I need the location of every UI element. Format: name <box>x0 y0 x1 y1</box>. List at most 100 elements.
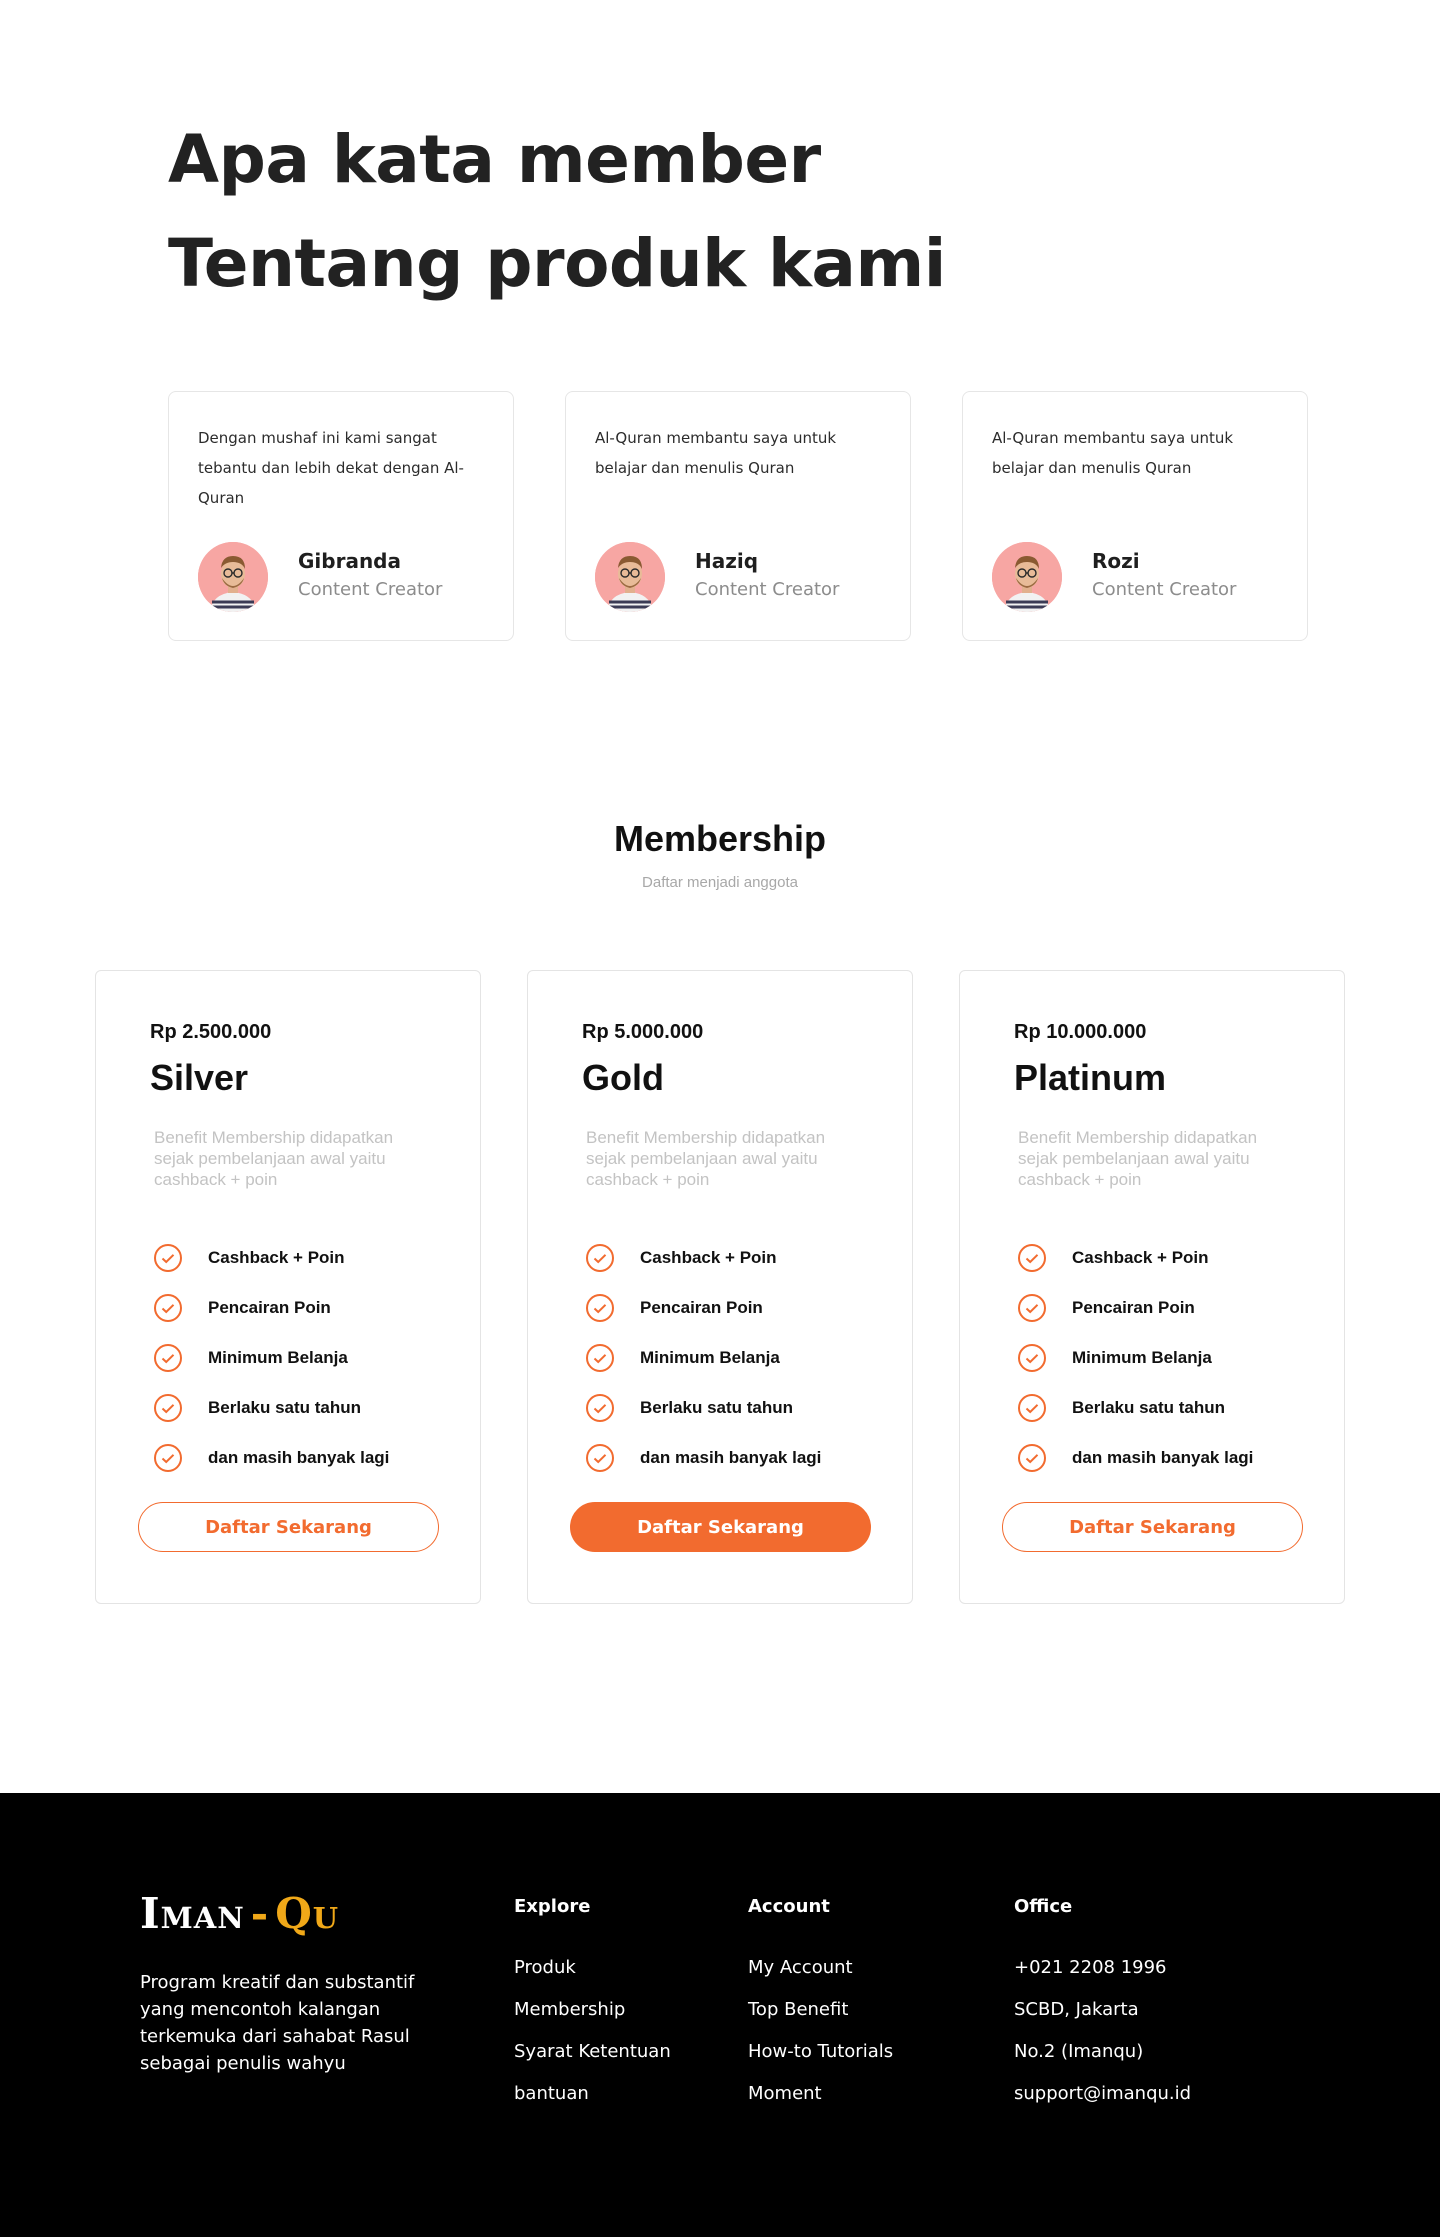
footer-office-email[interactable]: support@imanqu.id <box>1014 2073 1191 2115</box>
check-circle-icon <box>586 1394 614 1422</box>
testimonial-role: Content Creator <box>695 579 840 600</box>
plan-feature: Minimum Belanja <box>1018 1333 1253 1383</box>
footer-account-column: Account My Account Top Benefit How-to Tu… <box>748 1896 893 2115</box>
plan-feature-label: Berlaku satu tahun <box>1072 1398 1226 1417</box>
check-circle-icon <box>154 1444 182 1472</box>
footer-explore-heading: Explore <box>514 1896 591 1917</box>
footer-office-city: SCBD, Jakarta <box>1014 1999 1139 2020</box>
footer-link-tutorials[interactable]: How-to Tutorials <box>748 2031 893 2073</box>
daftar-sekarang-button[interactable]: Daftar Sekarang <box>1002 1502 1303 1552</box>
plan-feature-label: Cashback + Poin <box>640 1248 777 1267</box>
check-circle-icon <box>1018 1244 1046 1272</box>
footer-link-membership[interactable]: Membership <box>514 1989 671 2031</box>
plan-feature: Berlaku satu tahun <box>1018 1383 1253 1433</box>
membership-subtitle: Daftar menjadi anggota <box>642 874 798 891</box>
check-circle-icon <box>586 1294 614 1322</box>
testimonials-title-line1: Apa kata member <box>168 121 821 198</box>
plan-name: Platinum <box>1014 1057 1167 1098</box>
check-circle-icon <box>154 1244 182 1272</box>
plan-feature: Cashback + Poin <box>1018 1233 1253 1283</box>
plan-card-silver: Rp 2.500.000 Silver Benefit Membership d… <box>95 970 481 1604</box>
plan-feature: Berlaku satu tahun <box>154 1383 389 1433</box>
plan-feature-label: Cashback + Poin <box>208 1248 345 1267</box>
plan-feature: Pencairan Poin <box>586 1283 821 1333</box>
plan-feature-label: Pencairan Poin <box>208 1298 331 1317</box>
plan-card-platinum: Rp 10.000.000 Platinum Benefit Membershi… <box>959 970 1345 1604</box>
check-circle-icon <box>154 1394 182 1422</box>
testimonials-title: Apa kata member Tentang produk kami <box>168 108 946 316</box>
plan-feature-list: Cashback + Poin Pencairan Poin Minimum B… <box>1018 1233 1253 1483</box>
testimonial-name: Rozi <box>1092 549 1140 573</box>
footer-link-top-benefit[interactable]: Top Benefit <box>748 1989 893 2031</box>
check-circle-icon <box>586 1344 614 1372</box>
plan-feature: Minimum Belanja <box>586 1333 821 1383</box>
footer-about-text: Program kreatif dan substantif yang menc… <box>140 1972 415 2074</box>
plan-feature-list: Cashback + Poin Pencairan Poin Minimum B… <box>586 1233 821 1483</box>
testimonial-role: Content Creator <box>1092 579 1237 600</box>
check-circle-icon <box>586 1244 614 1272</box>
plan-feature-label: Minimum Belanja <box>208 1348 348 1367</box>
footer-link-produk[interactable]: Produk <box>514 1947 671 1989</box>
plan-feature: Pencairan Poin <box>1018 1283 1253 1333</box>
testimonial-card: Al-Quran membantu saya untuk belajar dan… <box>565 391 911 641</box>
testimonial-card: Dengan mushaf ini kami sangat tebantu da… <box>168 391 514 641</box>
check-circle-icon <box>1018 1394 1046 1422</box>
testimonial-name: Haziq <box>695 549 759 573</box>
footer-link-moment[interactable]: Moment <box>748 2073 893 2115</box>
plan-feature-label: Berlaku satu tahun <box>208 1398 362 1417</box>
plan-name: Gold <box>582 1057 664 1098</box>
check-circle-icon <box>1018 1294 1046 1322</box>
plan-feature-label: Cashback + Poin <box>1072 1248 1209 1267</box>
plan-feature: Berlaku satu tahun <box>586 1383 821 1433</box>
plan-feature-label: Pencairan Poin <box>640 1298 763 1317</box>
footer: Iman - Qu Program kreatif dan substantif y… <box>0 1793 1440 2237</box>
check-circle-icon <box>586 1444 614 1472</box>
daftar-sekarang-button[interactable]: Daftar Sekarang <box>138 1502 439 1552</box>
footer-office-address: No.2 (Imanqu) <box>1014 2041 1144 2062</box>
person-avatar-icon <box>595 542 665 612</box>
logo-iman-text: Iman <box>140 1889 245 1938</box>
plan-price: Rp 10.000.000 <box>1014 1021 1147 1043</box>
plan-feature-label: dan masih banyak lagi <box>208 1448 390 1467</box>
imanqu-logo[interactable]: Iman - Qu <box>140 1889 339 1938</box>
check-circle-icon <box>1018 1344 1046 1372</box>
person-avatar-icon <box>198 542 268 612</box>
testimonial-role: Content Creator <box>298 579 443 600</box>
footer-link-syarat-ketentuan[interactable]: Syarat Ketentuan <box>514 2031 671 2073</box>
testimonials-title-line2: Tentang produk kami <box>168 225 946 302</box>
plan-feature-label: Berlaku satu tahun <box>640 1398 794 1417</box>
plan-feature: dan masih banyak lagi <box>154 1433 389 1483</box>
plan-feature-label: Minimum Belanja <box>1072 1348 1212 1367</box>
daftar-sekarang-button[interactable]: Daftar Sekarang <box>570 1502 871 1552</box>
testimonial-name: Gibranda <box>298 549 401 573</box>
check-circle-icon <box>154 1294 182 1322</box>
testimonial-text: Al-Quran membantu saya untuk belajar dan… <box>595 429 837 477</box>
logo-dash: - <box>250 1889 270 1938</box>
plan-feature: dan masih banyak lagi <box>1018 1433 1253 1483</box>
testimonial-text: Dengan mushaf ini kami sangat tebantu da… <box>198 429 464 507</box>
person-avatar-icon <box>992 542 1062 612</box>
footer-link-bantuan[interactable]: bantuan <box>514 2073 671 2115</box>
footer-explore-column: Explore Produk Membership Syarat Ketentu… <box>514 1896 671 2115</box>
plan-feature-label: dan masih banyak lagi <box>1072 1448 1254 1467</box>
testimonial-card: Al-Quran membantu saya untuk belajar dan… <box>962 391 1308 641</box>
plan-feature-label: Minimum Belanja <box>640 1348 780 1367</box>
plan-feature-label: Pencairan Poin <box>1072 1298 1195 1317</box>
plan-price: Rp 2.500.000 <box>150 1021 272 1043</box>
plan-feature-label: dan masih banyak lagi <box>640 1448 822 1467</box>
footer-office-heading: Office <box>1014 1896 1073 1917</box>
plan-feature: Cashback + Poin <box>154 1233 389 1283</box>
testimonial-text: Al-Quran membantu saya untuk belajar dan… <box>992 429 1234 477</box>
plan-feature: dan masih banyak lagi <box>586 1433 821 1483</box>
footer-link-my-account[interactable]: My Account <box>748 1947 893 1989</box>
plan-feature: Cashback + Poin <box>586 1233 821 1283</box>
plan-name: Silver <box>150 1057 249 1098</box>
plan-card-gold: Rp 5.000.000 Gold Benefit Membership did… <box>527 970 913 1604</box>
footer-office-phone: +021 2208 1996 <box>1014 1957 1167 1978</box>
plan-description: Benefit Membership didapatkan sejak pemb… <box>586 1128 826 1189</box>
plan-feature-list: Cashback + Poin Pencairan Poin Minimum B… <box>154 1233 389 1483</box>
footer-account-heading: Account <box>748 1896 830 1917</box>
logo-qu-text: Qu <box>275 1889 340 1938</box>
plan-description: Benefit Membership didapatkan sejak pemb… <box>154 1128 394 1189</box>
plan-description: Benefit Membership didapatkan sejak pemb… <box>1018 1128 1258 1189</box>
